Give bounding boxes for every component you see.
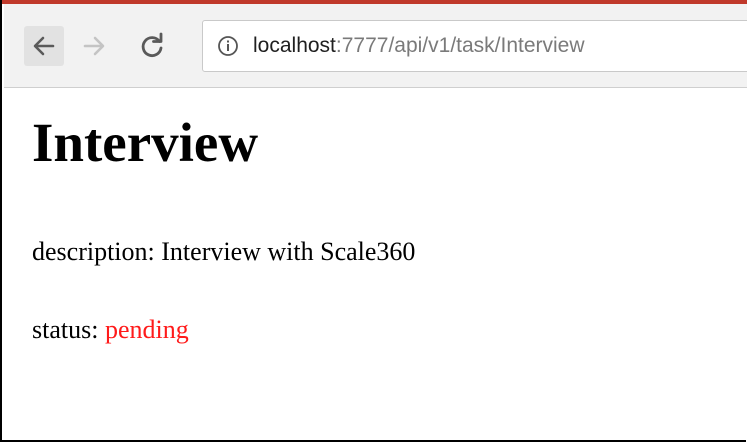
reload-button[interactable] xyxy=(132,26,172,66)
reload-icon xyxy=(141,32,163,58)
status-label: status: xyxy=(32,315,99,344)
url-host: localhost xyxy=(253,34,336,57)
url-path: :7777/api/v1/task/Interview xyxy=(335,34,585,57)
status-line: status: pending xyxy=(32,314,189,346)
arrow-left-icon xyxy=(33,36,55,56)
page-title: Interview xyxy=(32,112,259,173)
arrow-right-icon xyxy=(83,36,105,56)
address-bar[interactable]: localhost:7777/api/v1/task/Interview xyxy=(202,20,747,72)
status-value: pending xyxy=(104,315,189,344)
description-label: description: xyxy=(32,237,155,266)
description-line: description: Interview with Scale360 xyxy=(32,236,415,268)
browser-toolbar: localhost:7777/api/v1/task/Interview xyxy=(4,4,747,88)
info-icon[interactable] xyxy=(217,35,239,57)
browser-window: localhost:7777/api/v1/task/Interview Int… xyxy=(0,0,747,442)
description-value: Interview with Scale360 xyxy=(161,237,416,266)
url-text[interactable]: localhost:7777/api/v1/task/Interview xyxy=(253,33,585,59)
back-button[interactable] xyxy=(24,26,64,66)
forward-button[interactable] xyxy=(74,26,114,66)
